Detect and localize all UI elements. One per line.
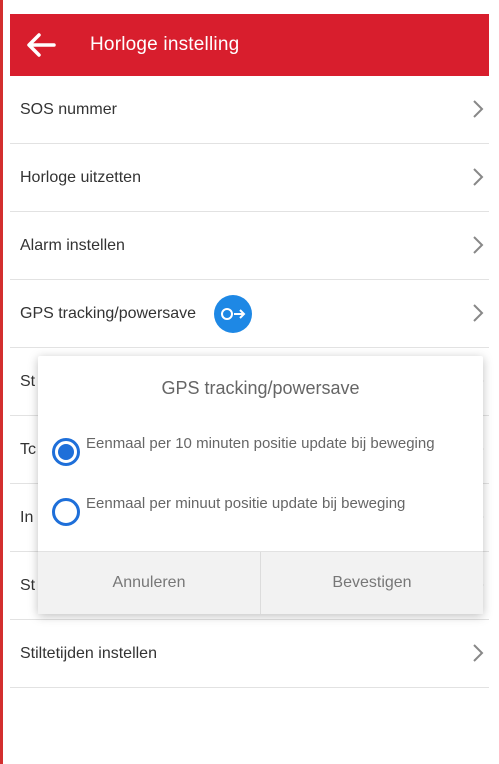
chevron-right-icon [473,168,484,186]
chevron-right-icon [473,304,484,322]
chevron-right-icon [473,236,484,254]
list-item-label: St [20,372,36,390]
dialog-buttons: Annuleren Bevestigen [38,551,483,614]
radio-dot [58,444,74,460]
arrow-left-icon [27,33,56,57]
gps-mode-dialog: GPS tracking/powersave Eenmaal per 10 mi… [38,356,483,614]
gps-mode-icon [221,307,246,320]
option-10-minutes[interactable]: Eenmaal per 10 minuten positie update bi… [52,434,472,466]
option-label: Eenmaal per 10 minuten positie update bi… [86,435,435,452]
left-red-edge [0,0,3,764]
chevron-right-icon [473,644,484,662]
list-item-alarm[interactable]: Alarm instellen [10,212,489,280]
confirm-button[interactable]: Bevestigen [260,552,483,614]
list-item-quiet-times[interactable]: Stiltetijden instellen [10,620,489,688]
list-item-label: Horloge uitzetten [20,168,141,186]
list-item-sos-number[interactable]: SOS nummer [10,76,489,144]
radio-unselected[interactable] [52,498,80,526]
gps-badge [214,294,253,333]
list-item-label: In [20,508,34,526]
list-item-label: Stiltetijden instellen [20,644,157,662]
list-item-label: SOS nummer [20,100,117,118]
page-title: Horloge instelling [90,34,240,55]
option-1-minute[interactable]: Eenmaal per minuut positie update bij be… [52,494,472,526]
chevron-right-icon [473,100,484,118]
list-item-watch-off[interactable]: Horloge uitzetten [10,144,489,212]
list-item-label: GPS tracking/powersave [20,304,197,322]
list-item-gps-tracking[interactable]: GPS tracking/powersave [10,280,489,348]
back-button[interactable] [10,14,72,76]
list-item-label: Alarm instellen [20,236,125,254]
cancel-button[interactable]: Annuleren [38,552,260,614]
dialog-title: GPS tracking/powersave [161,378,360,398]
app-header: Horloge instelling [10,14,489,76]
radio-selected[interactable] [52,438,80,466]
list-item-label: Tc [20,440,36,458]
option-label: Eenmaal per minuut positie update bij be… [86,495,406,512]
list-item-label: St [20,576,36,594]
